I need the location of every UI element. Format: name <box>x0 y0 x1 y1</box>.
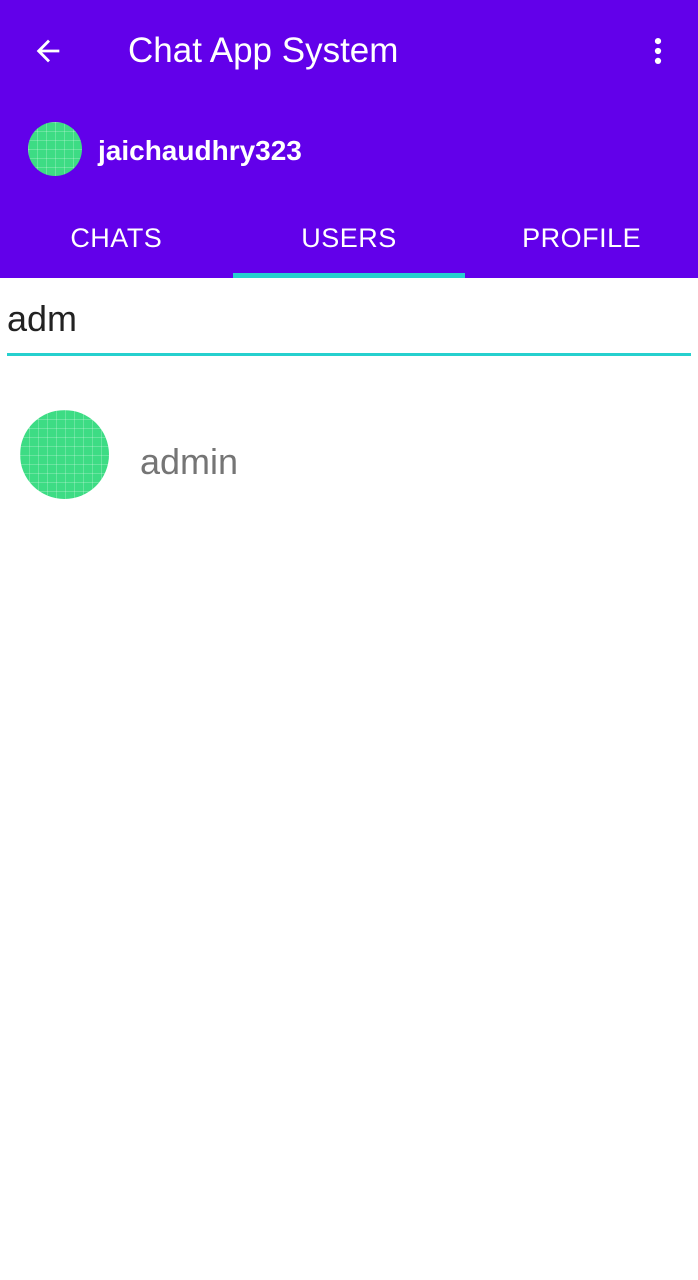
more-vertical-icon <box>654 37 662 65</box>
user-avatar <box>20 410 109 499</box>
tab-profile[interactable]: PROFILE <box>465 198 698 278</box>
app-toolbar: Chat App System <box>0 0 698 102</box>
overflow-menu-button[interactable] <box>630 22 686 80</box>
tab-users[interactable]: USERS <box>232 198 466 278</box>
user-list: admin <box>0 390 698 518</box>
tab-label: CHATS <box>70 222 163 253</box>
list-item[interactable]: admin <box>0 390 698 518</box>
arrow-left-icon <box>36 39 60 63</box>
tab-label: USERS <box>301 222 397 253</box>
tab-bar: CHATS USERS PROFILE <box>0 198 698 278</box>
app-title: Chat App System <box>128 31 399 70</box>
current-username: jaichaudhry323 <box>98 135 302 166</box>
current-user-bar: jaichaudhry323 <box>0 102 698 198</box>
back-button[interactable] <box>18 22 78 80</box>
search-field-container <box>7 294 691 358</box>
user-name: admin <box>140 441 239 482</box>
tab-label: PROFILE <box>522 222 642 253</box>
search-input[interactable] <box>7 294 691 356</box>
tab-chats[interactable]: CHATS <box>0 198 233 278</box>
current-user-avatar[interactable] <box>28 122 82 176</box>
chat-app-screen: Chat App System jaichaudhry323 CHATS USE… <box>0 0 698 1280</box>
